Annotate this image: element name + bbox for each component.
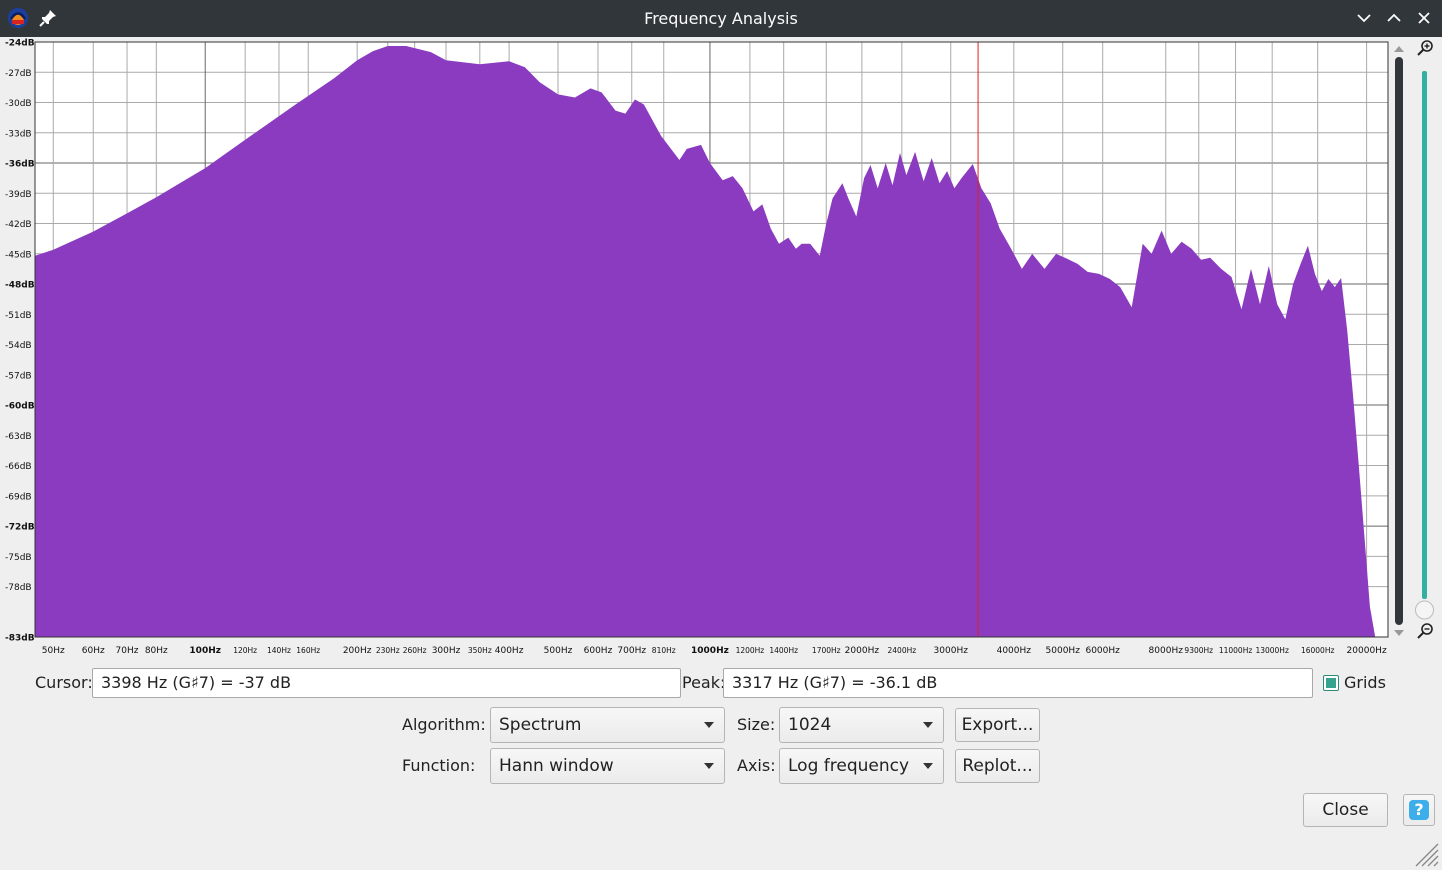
close-button[interactable]: Close (1303, 793, 1388, 827)
x-tick-label: 140Hz (267, 646, 291, 655)
x-tick-label: 600Hz (584, 646, 613, 656)
plot-frame: 50Hz 60Hz 70Hz 80Hz 100Hz 120Hz 140Hz 160Hz 200H… (0, 37, 1442, 662)
x-tick-label: 70Hz (116, 646, 139, 656)
x-tick-label: 80Hz (145, 646, 168, 656)
scroll-up-arrow[interactable] (1394, 46, 1404, 52)
x-tick-label: 2400Hz (888, 646, 917, 655)
chevron-down-icon (704, 763, 714, 769)
x-tick-label: 260Hz (403, 646, 427, 655)
y-tick-label: -54dB (5, 341, 32, 351)
y-tick-label: -51dB (5, 311, 32, 321)
y-tick-label: -78dB (5, 583, 32, 593)
x-tick-label: 5000Hz (1046, 646, 1081, 656)
y-tick-label: -24dB (5, 39, 35, 49)
spectrum-chart[interactable]: 50Hz 60Hz 70Hz 80Hz 100Hz 120Hz 140Hz 160Hz 200H… (0, 37, 1442, 662)
help-icon: ? (1409, 800, 1429, 820)
cursor-label: Cursor: (35, 673, 93, 692)
x-tick-label: 1400Hz (769, 646, 798, 655)
peak-label: Peak: (682, 673, 726, 692)
axis-label: Axis: (737, 756, 776, 775)
y-tick-label: -60dB (5, 402, 35, 412)
close-icon[interactable] (1414, 8, 1434, 28)
maximize-icon[interactable] (1384, 8, 1404, 28)
size-value: 1024 (788, 715, 832, 735)
grids-label[interactable]: Grids (1344, 673, 1386, 693)
replot-button[interactable]: Replot... (955, 749, 1040, 783)
x-tick-label: 13000Hz (1255, 646, 1288, 655)
x-tick-label: 100Hz (189, 646, 221, 656)
grids-checkbox-mark (1326, 678, 1336, 688)
export-button[interactable]: Export... (955, 708, 1040, 742)
zoom-slider-handle[interactable] (1415, 600, 1434, 620)
x-tick-label: 300Hz (432, 646, 461, 656)
axis-value: Log frequency (788, 756, 910, 776)
resize-grip-icon[interactable] (1412, 840, 1440, 868)
zoom-slider[interactable] (1415, 40, 1434, 639)
x-tick-label: 16000Hz (1301, 646, 1334, 655)
x-tick-label: 1700Hz (812, 646, 841, 655)
zoom-in-icon[interactable] (1417, 40, 1433, 56)
x-tick-label: 8000Hz (1149, 646, 1184, 656)
peak-field[interactable]: 3317 Hz (G♯7) = -36.1 dB (723, 668, 1313, 698)
help-button[interactable]: ? (1403, 794, 1435, 826)
y-tick-label: -48dB (5, 281, 35, 291)
y-tick-label: -83dB (5, 634, 35, 644)
x-tick-label: 9300Hz (1184, 646, 1213, 655)
y-tick-label: -33dB (5, 129, 32, 139)
chevron-down-icon (704, 722, 714, 728)
algorithm-select[interactable]: Spectrum (490, 707, 725, 743)
x-tick-label: 4000Hz (997, 646, 1032, 656)
x-tick-label: 810Hz (652, 646, 676, 655)
chevron-down-icon (923, 722, 933, 728)
y-tick-label: -45dB (5, 250, 32, 260)
x-tick-label: 60Hz (82, 646, 105, 656)
y-tick-label: -69dB (5, 492, 32, 502)
scroll-down-arrow[interactable] (1394, 630, 1404, 636)
axis-select[interactable]: Log frequency (779, 748, 944, 784)
zoom-slider-track (1422, 71, 1427, 599)
x-tick-label: 2000Hz (845, 646, 880, 656)
y-tick-label: -30dB (5, 99, 32, 109)
y-tick-label: -42dB (5, 220, 32, 230)
x-tick-label: 350Hz (468, 646, 492, 655)
x-tick-label: 20000Hz (1347, 646, 1387, 656)
window-title: Frequency Analysis (644, 9, 798, 28)
grids-checkbox[interactable] (1323, 675, 1339, 691)
y-tick-label: -63dB (5, 432, 32, 442)
chevron-down-icon (923, 763, 933, 769)
x-tick-label: 230Hz (376, 646, 400, 655)
x-tick-label: 1200Hz (736, 646, 765, 655)
y-tick-label: -36dB (5, 160, 35, 170)
function-value: Hann window (499, 756, 614, 776)
x-tick-label: 120Hz (233, 646, 257, 655)
x-tick-label: 6000Hz (1085, 646, 1120, 656)
function-label: Function: (402, 756, 476, 775)
vertical-scrollbar[interactable] (1394, 46, 1404, 636)
x-tick-label: 11000Hz (1219, 646, 1252, 655)
minimize-icon[interactable] (1354, 8, 1374, 28)
y-tick-label: -57dB (5, 371, 32, 381)
y-tick-label: -27dB (5, 69, 32, 79)
y-tick-label: -66dB (5, 462, 32, 472)
cursor-field[interactable]: 3398 Hz (G♯7) = -37 dB (92, 668, 681, 698)
algorithm-value: Spectrum (499, 715, 582, 735)
x-tick-label: 3000Hz (934, 646, 969, 656)
y-tick-label: -75dB (5, 553, 32, 563)
y-tick-label: -39dB (5, 190, 32, 200)
size-label: Size: (737, 715, 776, 734)
x-tick-label: 700Hz (617, 646, 646, 656)
function-select[interactable]: Hann window (490, 748, 725, 784)
size-select[interactable]: 1024 (779, 707, 944, 743)
x-tick-label: 400Hz (495, 646, 524, 656)
x-tick-label: 160Hz (296, 646, 320, 655)
x-tick-label: 1000Hz (691, 646, 729, 656)
zoom-out-icon[interactable] (1417, 623, 1433, 639)
title-bar: Frequency Analysis (0, 0, 1442, 37)
scrollbar-thumb[interactable] (1395, 57, 1403, 625)
x-tick-label: 50Hz (42, 646, 65, 656)
x-tick-label: 200Hz (343, 646, 372, 656)
y-tick-label: -72dB (5, 523, 35, 533)
algorithm-label: Algorithm: (402, 715, 486, 734)
x-tick-label: 500Hz (544, 646, 573, 656)
